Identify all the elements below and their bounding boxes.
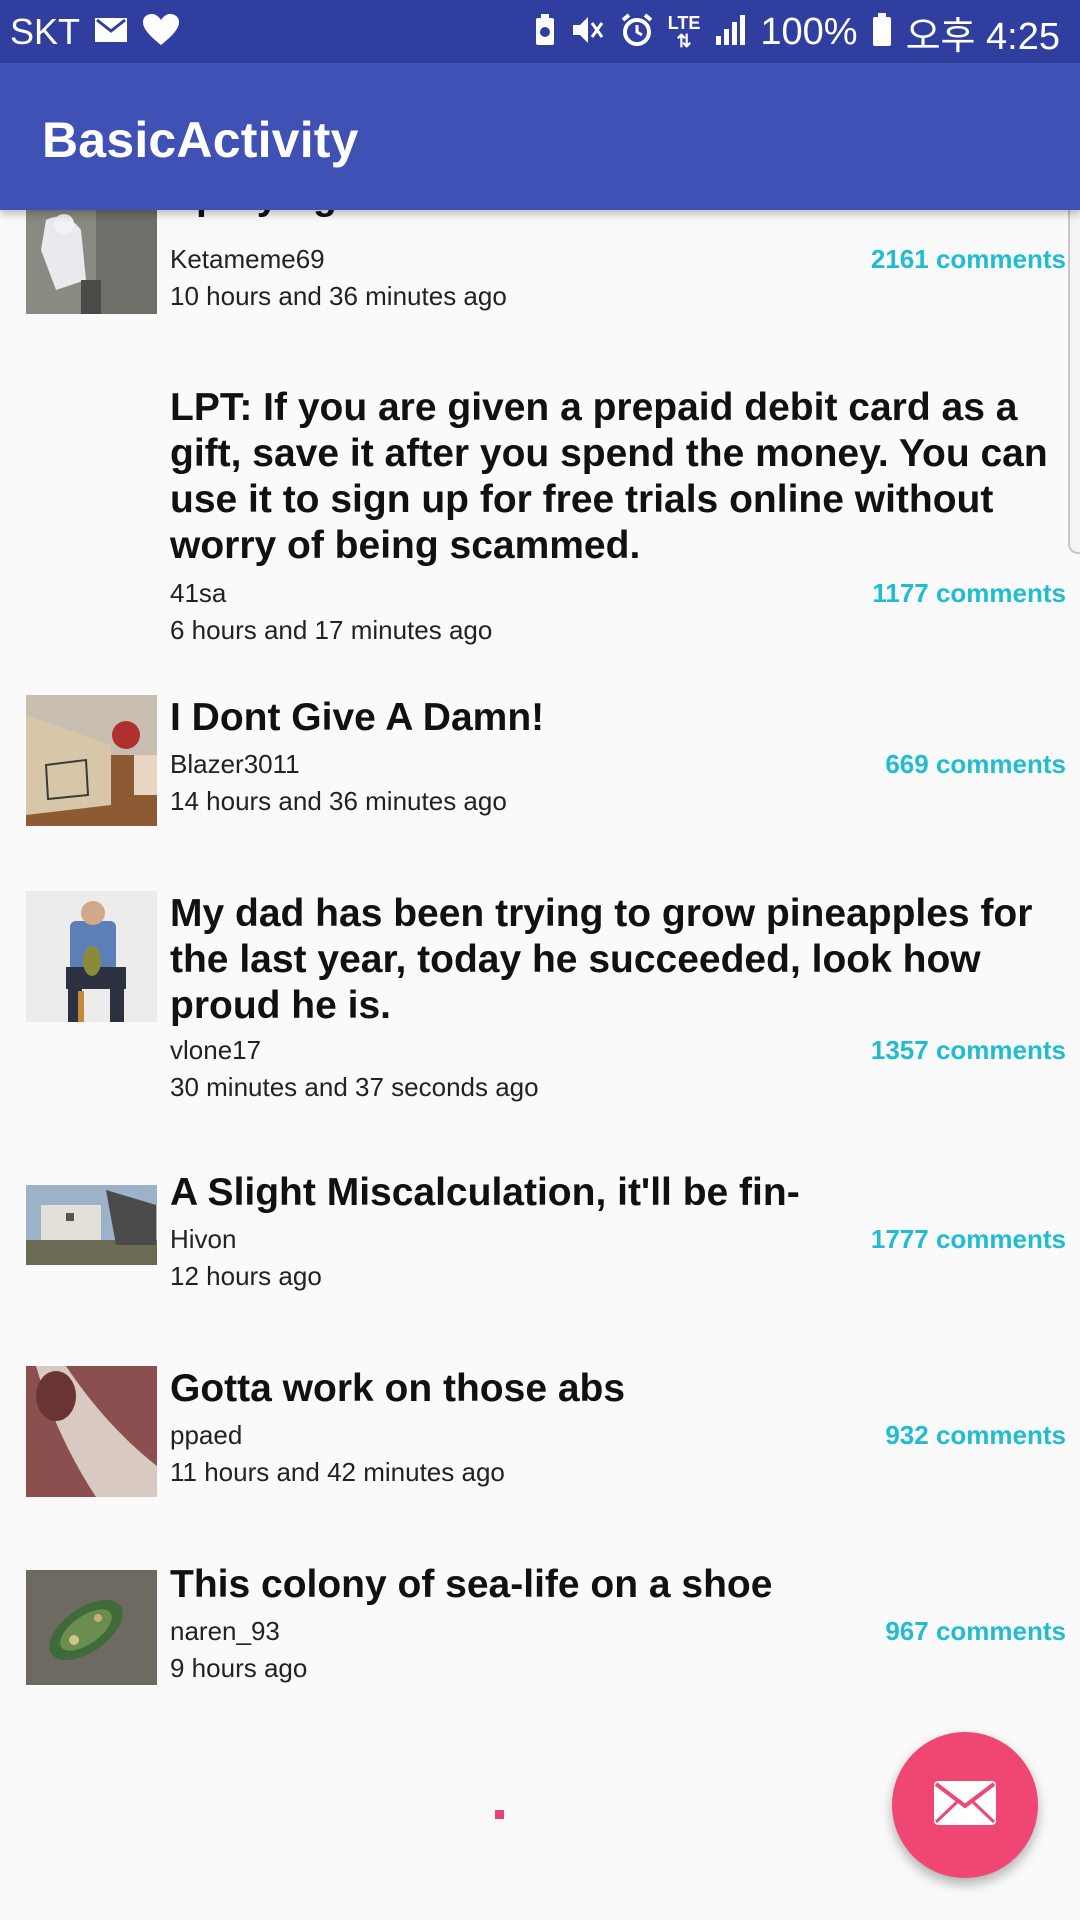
post-comments[interactable]: 1777 comments bbox=[871, 1224, 1066, 1255]
gmail-icon bbox=[94, 16, 128, 49]
carrier-label: SKT bbox=[10, 11, 81, 52]
list-item[interactable]: Gotta work on those abs ppaed 11 hours a… bbox=[0, 1366, 1080, 1506]
post-title: A Slight Miscalculation, it'll be fin- bbox=[170, 1171, 800, 1214]
post-time: 11 hours and 42 minutes ago bbox=[170, 1457, 505, 1487]
post-thumbnail[interactable] bbox=[26, 1570, 157, 1685]
post-title: My dad has been trying to grow pineapple… bbox=[170, 892, 1033, 1027]
post-thumbnail[interactable] bbox=[26, 891, 157, 1022]
list-item[interactable]: This colony of sea-life on a shoe naren_… bbox=[0, 1562, 1080, 1702]
post-title: This colony of sea-life on a shoe bbox=[170, 1563, 773, 1606]
post-comments[interactable]: 2161 comments bbox=[871, 244, 1066, 275]
post-time: 10 hours and 36 minutes ago bbox=[170, 281, 507, 311]
post-author[interactable]: Blazer3011 bbox=[170, 749, 300, 780]
list-item[interactable]: Spraying insulator foam Ketameme69 10 ho… bbox=[0, 210, 1080, 320]
signal-icon bbox=[714, 14, 746, 51]
heart-icon bbox=[142, 13, 180, 52]
status-bar: SKT LTE ⇅ 100% 오후 4:25 bbox=[0, 0, 1080, 63]
battery-saver-icon bbox=[534, 13, 556, 52]
post-comments[interactable]: 1177 comments bbox=[872, 578, 1066, 609]
post-author[interactable]: vlone17 bbox=[170, 1035, 261, 1066]
post-thumbnail[interactable] bbox=[26, 210, 157, 314]
post-title: I Dont Give A Damn! bbox=[170, 696, 545, 739]
post-thumbnail[interactable] bbox=[26, 1366, 157, 1497]
battery-icon bbox=[872, 12, 892, 52]
post-author[interactable]: 41sa bbox=[170, 578, 226, 609]
post-author[interactable]: Ketameme69 bbox=[170, 244, 325, 275]
compose-fab-button[interactable] bbox=[892, 1732, 1038, 1878]
post-title: Spraying insulator foam bbox=[170, 210, 1060, 220]
post-title: LPT: If you are given a prepaid debit ca… bbox=[170, 386, 1048, 567]
vibrate-mute-icon bbox=[570, 13, 606, 52]
post-comments[interactable]: 1357 comments bbox=[871, 1035, 1066, 1066]
post-time: 12 hours ago bbox=[170, 1261, 322, 1291]
post-thumbnail[interactable] bbox=[26, 1185, 157, 1265]
list-item[interactable]: I Dont Give A Damn! Blazer3011 14 hours … bbox=[0, 695, 1080, 835]
lte-icon: LTE ⇅ bbox=[667, 13, 701, 51]
post-comments[interactable]: 669 comments bbox=[885, 749, 1066, 780]
post-comments[interactable]: 932 comments bbox=[885, 1420, 1066, 1451]
post-time: 6 hours and 17 minutes ago bbox=[170, 615, 493, 645]
post-author[interactable]: ppaed bbox=[170, 1420, 242, 1451]
page-title: BasicActivity bbox=[42, 112, 359, 168]
app-bar: BasicActivity bbox=[0, 63, 1080, 210]
alarm-icon bbox=[620, 12, 654, 52]
list-item[interactable]: LPT: If you are given a prepaid debit ca… bbox=[0, 385, 1080, 645]
scrollbar[interactable] bbox=[1068, 190, 1080, 554]
clock: 오후 4:25 bbox=[905, 15, 1060, 58]
loading-indicator bbox=[495, 1810, 504, 1819]
post-time: 30 minutes and 37 seconds ago bbox=[170, 1072, 539, 1102]
post-time: 9 hours ago bbox=[170, 1653, 308, 1683]
battery-percent: 100% bbox=[760, 10, 858, 53]
post-thumbnail[interactable] bbox=[26, 695, 157, 826]
post-author[interactable]: Hivon bbox=[170, 1224, 236, 1255]
post-title: Gotta work on those abs bbox=[170, 1367, 626, 1410]
post-time: 14 hours and 36 minutes ago bbox=[170, 786, 507, 816]
mail-icon bbox=[933, 1780, 997, 1831]
post-list[interactable]: Spraying insulator foam Ketameme69 10 ho… bbox=[0, 210, 1080, 1920]
list-item[interactable]: My dad has been trying to grow pineapple… bbox=[0, 891, 1080, 1102]
list-item[interactable]: A Slight Miscalculation, it'll be fin- H… bbox=[0, 1170, 1080, 1310]
post-author[interactable]: naren_93 bbox=[170, 1616, 280, 1647]
post-comments[interactable]: 967 comments bbox=[885, 1616, 1066, 1647]
